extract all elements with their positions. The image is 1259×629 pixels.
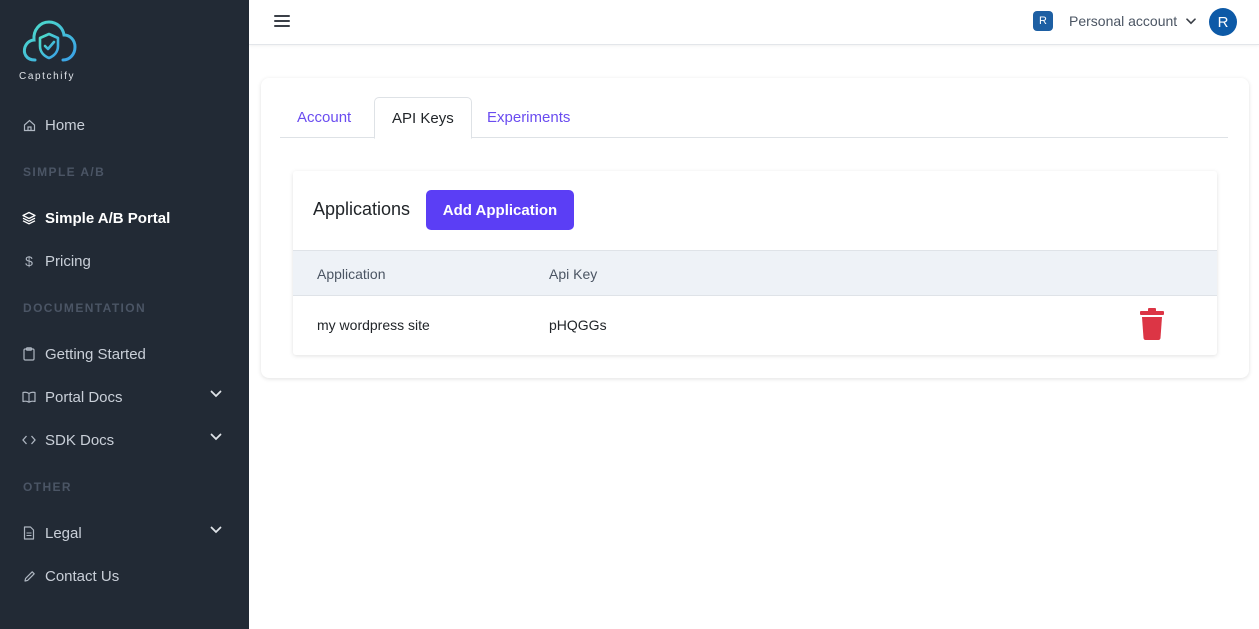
tab-experiments[interactable]: Experiments [470, 97, 587, 138]
code-icon [22, 433, 36, 447]
trash-icon[interactable] [1138, 308, 1166, 340]
home-icon [22, 118, 36, 132]
sidebar-item-label: Legal [45, 524, 82, 542]
captchify-logo[interactable]: Captchify [19, 16, 83, 84]
table-header: Application Api Key [293, 250, 1217, 296]
document-icon [22, 526, 36, 540]
chevron-down-icon [210, 526, 222, 534]
add-application-button[interactable]: Add Application [426, 190, 574, 230]
sidebar-item-sdk-docs[interactable]: SDK Docs [22, 428, 222, 452]
account-badge: R [1033, 11, 1053, 31]
table-row: my wordpress site pHQGGs [293, 296, 1217, 355]
chevron-down-icon [210, 433, 222, 441]
menu-icon[interactable] [274, 15, 290, 29]
pencil-icon [22, 569, 36, 583]
tab-api-keys[interactable]: API Keys [374, 97, 472, 139]
sidebar-item-simple-ab-portal[interactable]: Simple A/B Portal [22, 206, 222, 230]
clipboard-icon [22, 347, 36, 361]
applications-panel: Applications Add Application Application… [293, 171, 1217, 355]
sidebar-item-label: Simple A/B Portal [45, 209, 171, 227]
tab-account[interactable]: Account [280, 97, 368, 138]
sidebar-item-pricing[interactable]: $ Pricing [22, 249, 222, 273]
sidebar-item-label: Contact Us [45, 567, 120, 585]
sidebar-item-legal[interactable]: Legal [22, 521, 222, 545]
sidebar-item-label: Portal Docs [45, 388, 123, 406]
settings-card: Account API Keys Experiments Application… [261, 78, 1249, 378]
application-name: my wordpress site [317, 317, 430, 333]
tab-bar: Account API Keys Experiments [280, 97, 1228, 139]
column-header-application: Application [317, 266, 386, 282]
section-label-simple-ab: SIMPLE A/B [23, 165, 106, 179]
chevron-down-icon [1186, 17, 1196, 24]
account-selector-label: Personal account [1069, 13, 1178, 29]
brand-name: Captchify [19, 71, 76, 82]
dollar-icon: $ [25, 253, 33, 269]
book-icon [22, 390, 36, 404]
avatar[interactable]: R [1209, 8, 1237, 36]
applications-title: Applications [313, 199, 411, 219]
sidebar-item-getting-started[interactable]: Getting Started [22, 342, 222, 366]
api-key-value[interactable]: pHQGGs [549, 317, 608, 333]
chevron-down-icon [210, 390, 222, 398]
section-label-documentation: DOCUMENTATION [23, 301, 147, 315]
sidebar-item-label: Getting Started [45, 345, 146, 363]
section-label-other: OTHER [23, 480, 72, 494]
top-bar: R Personal account R [249, 0, 1259, 45]
sidebar-item-portal-docs[interactable]: Portal Docs [22, 385, 222, 409]
sidebar-item-label: Home [45, 116, 86, 134]
layers-icon [22, 211, 36, 225]
account-selector[interactable]: Personal account [1069, 13, 1196, 29]
sidebar-item-label: Pricing [45, 252, 91, 270]
sidebar-item-home[interactable]: Home [22, 113, 222, 137]
column-header-api-key: Api Key [549, 266, 598, 282]
sidebar-item-label: SDK Docs [45, 431, 115, 449]
cloud-shield-icon [22, 20, 77, 62]
sidebar-item-contact-us[interactable]: Contact Us [22, 564, 222, 588]
sidebar: Captchify Home SIMPLE A/B Simple A/B Por… [0, 0, 249, 629]
